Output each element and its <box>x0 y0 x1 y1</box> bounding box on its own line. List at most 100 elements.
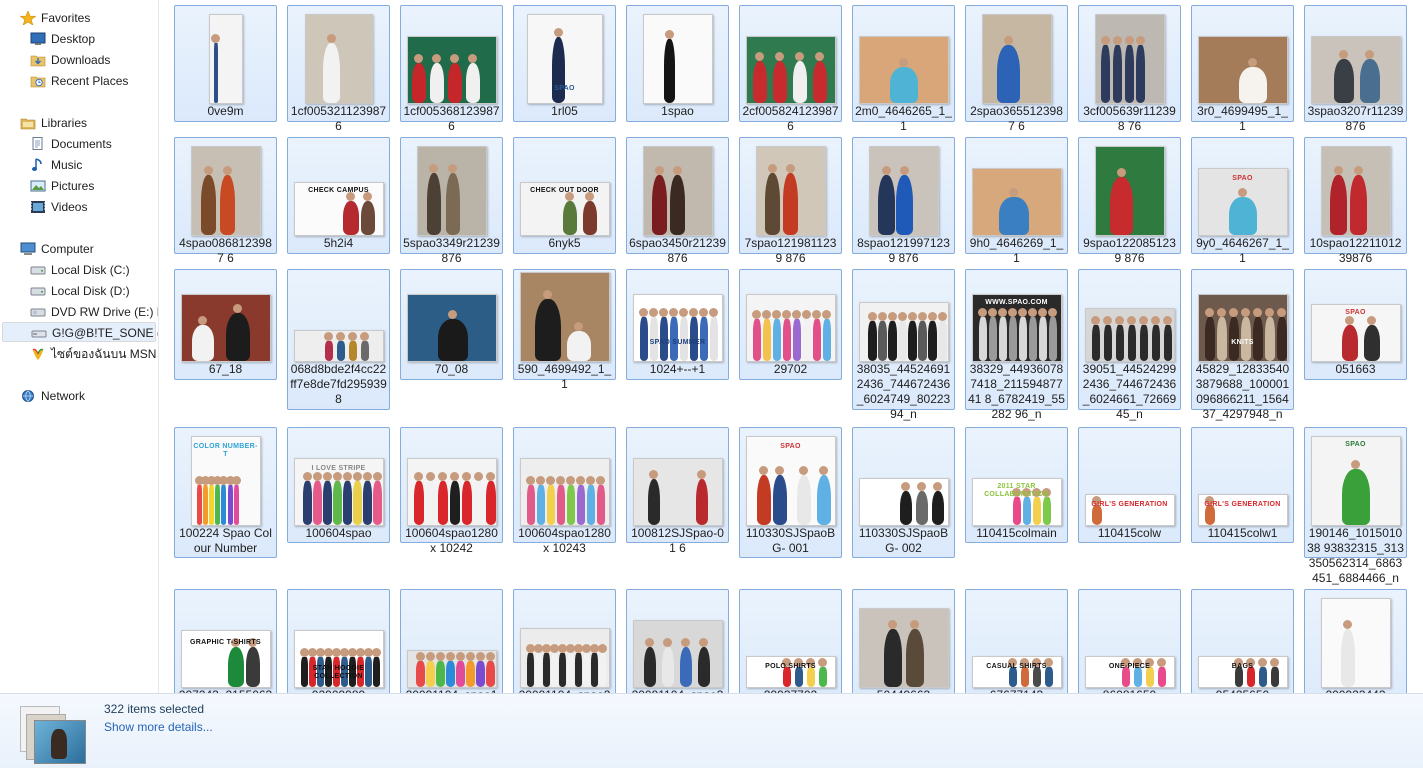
file-tile[interactable]: WWW.SPAO.COM 38329_449360787418_211594877… <box>965 269 1068 421</box>
thumbnail-figure <box>581 644 591 687</box>
file-tile[interactable]: 39051_445242992436_744672436_6024661_726… <box>1078 269 1181 421</box>
file-tile[interactable]: 2cf005824123987 6 <box>739 5 842 133</box>
file-tile[interactable]: 38035_445246912436_744672436_6024749_802… <box>852 269 955 421</box>
file-name: 590_4699492_1_1 <box>517 362 612 391</box>
file-name: 110330SJSpaoBG- 002 <box>858 526 949 555</box>
file-tile[interactable]: 100604spao1280x 10242 <box>400 427 503 555</box>
thumbnail-figure <box>597 644 607 687</box>
thumbnail-caption: GRAPHIC T-SHIRTS <box>190 639 261 646</box>
msn-icon <box>30 347 46 361</box>
file-tile[interactable]: SPAO 051663 <box>1304 269 1407 380</box>
thumbnail-figure <box>322 472 332 525</box>
file-name: 38035_445246912436_744672436_6024749_802… <box>856 362 951 421</box>
file-tile[interactable]: 20091104_spao1 <box>400 589 503 693</box>
thumbnail-figure <box>1359 50 1380 103</box>
show-more-details-link[interactable]: Show more details... <box>104 720 213 734</box>
thumbnail-figure <box>485 472 496 525</box>
file-name: 38329_449360787418_21159487741 8_6782419… <box>968 362 1065 421</box>
file-thumbnail <box>858 302 949 362</box>
file-tile[interactable]: 20091104_spao3 <box>626 589 729 693</box>
file-tile[interactable]: POLO SHIRTS29937702 <box>739 589 842 693</box>
navigation-pane[interactable]: Favorites Desktop Downloads Recent Places Li… <box>0 0 159 693</box>
file-tile[interactable]: 1cf005368123987 6 <box>400 5 503 133</box>
thumbnail-figure <box>200 166 216 235</box>
file-name: 70_08 <box>434 362 469 376</box>
file-tile[interactable]: SPAO 9y0_4646267_1_1 <box>1191 137 1294 265</box>
file-tile[interactable]: 3cf005639r112398 76 <box>1078 5 1181 133</box>
file-name: 9h0_4646269_1_1 <box>969 236 1064 265</box>
file-tile[interactable]: KNITS 45829_128335403879688_1000010968662… <box>1191 269 1294 421</box>
file-tile[interactable]: 8spao1219971239 876 <box>852 137 955 265</box>
file-name: 9spao1220851239 876 <box>1083 236 1176 265</box>
file-tile[interactable]: 70_08 <box>400 269 503 380</box>
file-thumbnail <box>180 294 271 362</box>
file-thumbnail <box>1197 36 1288 104</box>
file-tile[interactable]: GRAPHIC T-SHIRTS207243_21550630 <box>174 589 277 693</box>
thumbnail-figure <box>225 476 235 525</box>
nav-item-g-g-b-te-sone-j[interactable]: G!G@B!TE_SONE (J:) <box>2 322 158 342</box>
file-tile[interactable]: 67_18 <box>174 269 277 380</box>
file-tile[interactable]: 5spao3349r21239 876 <box>400 137 503 265</box>
file-name: 1spao <box>661 104 694 118</box>
file-tile[interactable]: CASUAL SHIRTS67677143 <box>965 589 1068 693</box>
file-tile[interactable]: SPAO 1rl05 <box>513 5 616 122</box>
file-name: 10spao1221101239876 <box>1309 236 1402 265</box>
thumbnail-figure <box>897 312 907 361</box>
nav-item-label: DVD RW Drive (E:) M <box>51 305 159 319</box>
file-tile[interactable]: 590_4699492_1_1 <box>513 269 616 391</box>
file-tile[interactable]: 9spao1220851239 876 <box>1078 137 1181 265</box>
file-tile[interactable]: I LOVE STRIPE 100604spao <box>287 427 390 543</box>
file-thumbnail: SPAO <box>745 436 836 526</box>
file-tile[interactable]: 100812SJSpao-01 6 <box>626 427 729 555</box>
file-tile[interactable]: 4spao0868123987 6 <box>174 137 277 265</box>
file-tile[interactable]: 110330SJSpaoBG- 002 <box>852 427 955 558</box>
thumbnail-figure <box>200 476 210 525</box>
thumbnail-figure <box>1340 620 1355 687</box>
file-tile[interactable]: 2011 STAR COLLABORATION 110415colmain <box>965 427 1068 543</box>
file-tile[interactable]: 3r0_4699495_1_1 <box>1191 5 1294 133</box>
file-tile[interactable]: 3spao3207r11239 876 <box>1304 5 1407 133</box>
file-tile[interactable]: SPAO SUMMER 1024+--+1 <box>626 269 729 380</box>
thumbnail-figure <box>782 164 798 235</box>
file-tile[interactable]: SPAO 110330SJSpaoBG- 001 <box>739 427 842 558</box>
file-tile[interactable]: 6spao3450r21239 876 <box>626 137 729 265</box>
thumbnail-figure <box>362 472 372 525</box>
file-thumbnail <box>406 650 497 688</box>
thumbnail-figure <box>360 192 375 235</box>
file-tile[interactable]: STAR HOODIE COLLECTION02909989 <box>287 589 390 693</box>
thumbnail-figure <box>302 472 312 525</box>
file-thumbnail: GIRL'S GENERATION <box>1197 494 1288 526</box>
thumbnail-figure <box>988 308 997 361</box>
thumbnail-figure <box>536 476 545 525</box>
file-list-view[interactable]: 0ve9m 1cf005321123987 6 1cf005368123987 6 S… <box>159 0 1423 693</box>
file-tile[interactable]: 10spao1221101239876 <box>1304 137 1407 265</box>
file-tile[interactable]: 2m0_4646265_1_1 <box>852 5 955 133</box>
file-tile[interactable]: GIRL'S GENERATION 110415colw <box>1078 427 1181 543</box>
file-tile[interactable]: 20091104_spao2 <box>513 589 616 693</box>
thumbnail-figure <box>465 652 475 687</box>
thumbnail-caption: POLO SHIRTS <box>765 663 816 670</box>
thumbnail-figure <box>352 472 362 525</box>
computer-icon <box>20 242 36 256</box>
thumbnail-figure <box>1109 168 1133 235</box>
file-tile[interactable]: 1cf005321123987 6 <box>287 5 390 133</box>
file-tile[interactable]: SPAO 190146_101501038 93832315_3133505623… <box>1304 427 1407 585</box>
file-thumbnail: CHECK CAMPUS <box>293 182 384 236</box>
file-tile[interactable]: 1spao <box>626 5 729 122</box>
file-tile[interactable]: 50449663 <box>852 589 955 693</box>
file-tile[interactable]: BAGS95425650 <box>1191 589 1294 693</box>
file-tile[interactable]: 29702 <box>739 269 842 380</box>
file-tile[interactable]: GIRL'S GENERATION 110415colw1 <box>1191 427 1294 543</box>
thumbnail-figure <box>695 470 708 525</box>
file-tile[interactable]: ONE-PIECE86081650 <box>1078 589 1181 693</box>
file-tile[interactable]: 2spao3655123987 6 <box>965 5 1068 133</box>
file-tile[interactable]: COLOR NUMBER-T 100224 Spao Colour Number <box>174 427 277 558</box>
file-tile[interactable]: 0ve9m <box>174 5 277 122</box>
file-tile[interactable]: 068d8bde2f4cc22ff7e8de7fd2959398 <box>287 269 390 410</box>
file-tile[interactable]: 7spao1219811239 876 <box>739 137 842 265</box>
file-tile[interactable]: 9h0_4646269_1_1 <box>965 137 1068 265</box>
file-tile[interactable]: CHECK OUT DOOR 6nyk5 <box>513 137 616 254</box>
file-tile[interactable]: CHECK CAMPUS 5h2i4 <box>287 137 390 254</box>
file-tile[interactable]: 100604spao1280x 10243 <box>513 427 616 555</box>
file-tile[interactable]: 200923443 <box>1304 589 1407 693</box>
